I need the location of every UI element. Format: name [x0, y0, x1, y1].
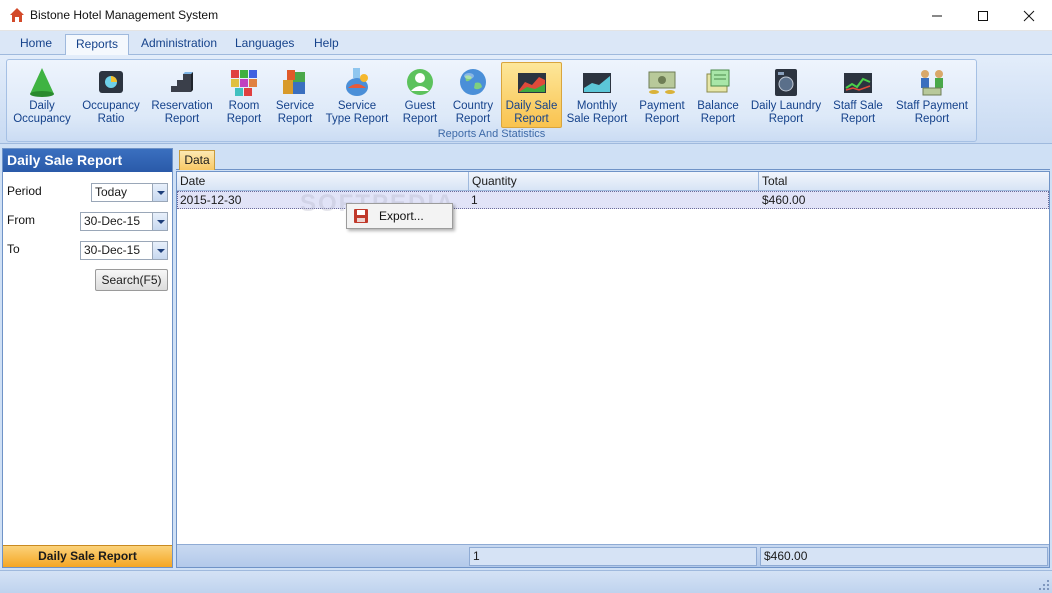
panel-title: Daily Sale Report [3, 149, 172, 172]
cell-date: 2015-12-30 [180, 193, 242, 207]
status-bar [0, 570, 1052, 593]
daily-sale-report-button[interactable]: Daily Sale Report [501, 62, 562, 128]
export-menu-item[interactable]: Export... [349, 206, 450, 226]
stairs-icon [171, 72, 193, 92]
service-report-button[interactable]: Service Report [271, 62, 319, 128]
staff-money-icon [921, 70, 943, 96]
summary-quantity: 1 [469, 547, 757, 566]
staff-sale-report-button[interactable]: Staff Sale Report [827, 62, 889, 128]
daily-laundry-report-button[interactable]: Daily Laundry Report [747, 62, 825, 128]
maximize-button[interactable] [960, 0, 1006, 31]
staff-payment-report-button[interactable]: Staff Payment Report [893, 62, 971, 128]
ribbon-group-reports: Daily Occupancy Occupancy Ratio Reservat… [6, 59, 977, 142]
filter-panel: Daily Sale Report Period Today From 30-D… [2, 148, 173, 568]
menu-home[interactable]: Home [10, 34, 62, 55]
daily-occupancy-button[interactable]: Daily Occupancy [9, 62, 75, 128]
country-report-button[interactable]: Country Report [447, 62, 499, 128]
cone-icon [30, 68, 54, 97]
from-label: From [7, 213, 35, 227]
menu-bar: Home Reports Administration Languages He… [0, 31, 1052, 55]
minimize-icon [932, 15, 942, 16]
globe-icon [460, 69, 486, 95]
period-select[interactable]: Today [91, 183, 168, 202]
column-header-date[interactable]: Date [177, 172, 469, 191]
balance-report-button[interactable]: Balance Report [693, 62, 743, 128]
cell-total: $460.00 [762, 193, 806, 207]
area-chart-icon [517, 73, 546, 93]
menu-languages[interactable]: Languages [225, 34, 304, 55]
pie-chart-icon [99, 71, 123, 93]
maximize-icon [978, 10, 988, 21]
cubes-icon [231, 70, 257, 96]
save-icon [354, 209, 368, 223]
from-date-picker[interactable]: 30-Dec-15 [80, 212, 168, 231]
window-title: Bistone Hotel Management System [30, 8, 219, 22]
search-button[interactable]: Search(F5) [95, 269, 168, 291]
close-icon [1023, 10, 1035, 21]
ribbon: Daily Occupancy Occupancy Ratio Reservat… [0, 55, 1052, 144]
data-grid: Date Quantity Total 2015-12-30 1 $460.00… [176, 171, 1050, 568]
title-bar: Bistone Hotel Management System [0, 0, 1052, 31]
washer-icon [775, 69, 797, 96]
user-icon [407, 69, 433, 95]
context-menu: Export... [346, 203, 453, 229]
line-chart-icon [583, 73, 611, 93]
payment-report-button[interactable]: Payment Report [635, 62, 689, 128]
guest-report-button[interactable]: Guest Report [395, 62, 445, 128]
period-label: Period [7, 184, 42, 198]
reservation-report-button[interactable]: Reservation Report [147, 62, 217, 128]
to-label: To [7, 242, 20, 256]
panel-footer-tab[interactable]: Daily Sale Report [3, 545, 172, 567]
house-icon [10, 8, 24, 22]
tab-data[interactable]: Data [179, 150, 215, 170]
menu-help[interactable]: Help [304, 34, 349, 55]
grid-summary-footer: 1 $460.00 [177, 544, 1049, 567]
service-type-report-button[interactable]: Service Type Report [321, 62, 393, 128]
column-header-quantity[interactable]: Quantity [469, 172, 759, 191]
flask-icon [346, 68, 368, 96]
monthly-sale-report-button[interactable]: Monthly Sale Report [565, 62, 629, 128]
menu-administration[interactable]: Administration [131, 34, 227, 55]
column-header-total[interactable]: Total [759, 172, 1049, 191]
close-button[interactable] [1006, 0, 1052, 31]
stock-chart-icon [844, 73, 872, 93]
blocks-icon [283, 70, 305, 94]
balance-icon [706, 69, 730, 93]
menu-reports[interactable]: Reports [65, 34, 130, 55]
chevron-down-icon[interactable] [152, 184, 167, 201]
summary-total: $460.00 [760, 547, 1048, 566]
cell-quantity: 1 [471, 193, 478, 207]
ribbon-group-label: Reports And Statistics [437, 128, 546, 140]
chevron-down-icon[interactable] [152, 242, 167, 259]
occupancy-ratio-button[interactable]: Occupancy Ratio [77, 62, 145, 128]
tab-strip: Data [176, 148, 1050, 170]
grid-header: Date Quantity Total [177, 172, 1049, 191]
resize-grip-icon[interactable] [1036, 577, 1050, 591]
chevron-down-icon[interactable] [152, 213, 167, 230]
money-icon [648, 71, 676, 94]
minimize-button[interactable] [914, 0, 960, 31]
to-date-picker[interactable]: 30-Dec-15 [80, 241, 168, 260]
room-report-button[interactable]: Room Report [219, 62, 269, 128]
export-label: Export... [379, 209, 424, 223]
